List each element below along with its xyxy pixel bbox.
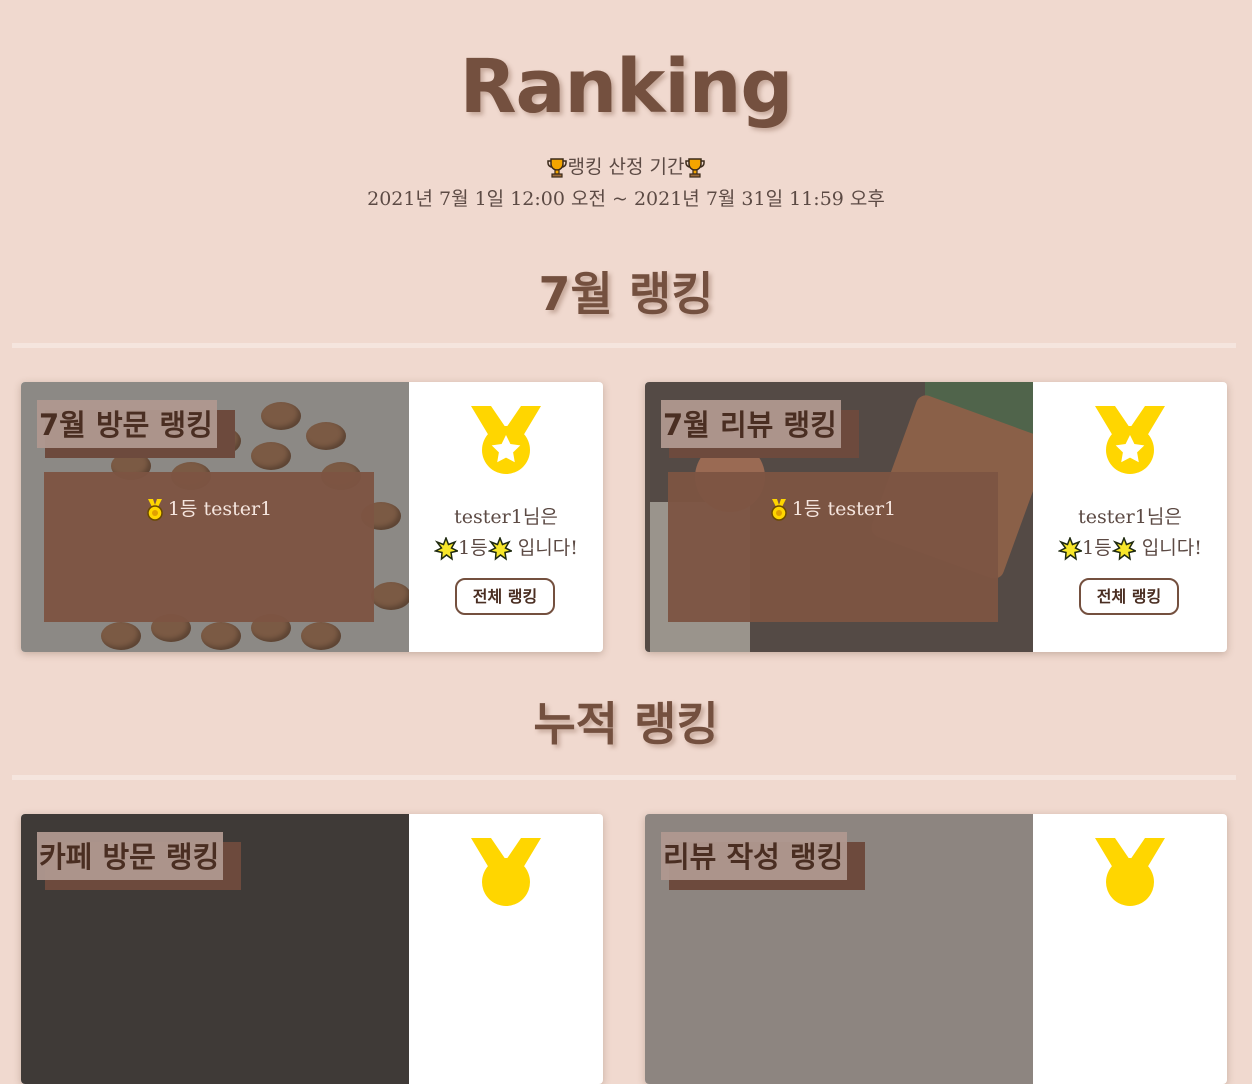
card-title-wrap: 7월 리뷰 랭킹 [661, 400, 859, 458]
rank-entry-text: 1등 tester1 [167, 498, 273, 520]
section-divider [12, 775, 1236, 780]
medal-icon [771, 499, 787, 521]
monthly-visit-ranking-card: 7월 방문 랭킹 1등 tester1 tester1님은 1등 입니다! 전체… [21, 382, 603, 652]
cumulative-ranking-heading: 누적 랭킹 [533, 697, 719, 751]
rank-list-box: 1등 tester1 [44, 472, 374, 622]
monthly-ranking-heading: 7월 랭킹 [538, 267, 714, 321]
sparkle-icon [1057, 535, 1084, 561]
user-rank-suffix: 입니다! [511, 537, 578, 559]
card-title: 7월 방문 랭킹 [37, 400, 217, 448]
cafe-table-image: 7월 리뷰 랭킹 1등 tester1 [645, 382, 1033, 652]
cafe-image: 카페 방문 랭킹 [21, 814, 409, 1084]
card-summary: tester1님은 1등 입니다! 전체 랭킹 [1033, 382, 1227, 652]
medal-icon [147, 499, 163, 521]
card-title: 리뷰 작성 랭킹 [661, 832, 848, 880]
medal-icon [1095, 838, 1165, 906]
card-summary: tester1님은 1등 입니다! 전체 랭킹 [409, 382, 603, 652]
card-title: 7월 리뷰 랭킹 [661, 400, 841, 448]
rank-list-box: 1등 tester1 [668, 472, 998, 622]
medal-icon [471, 406, 541, 474]
user-message-line1: tester1님은 [454, 506, 558, 528]
medal-icon [1095, 406, 1165, 474]
card-summary [409, 814, 603, 1084]
cafe-image: 리뷰 작성 랭킹 [645, 814, 1033, 1084]
page-title: Ranking [459, 44, 794, 130]
user-message-line1: tester1님은 [1078, 506, 1182, 528]
all-ranking-button[interactable]: 전체 랭킹 [455, 578, 555, 615]
card-title-wrap: 리뷰 작성 랭킹 [661, 832, 866, 890]
sparkle-icon [433, 535, 460, 561]
user-rank-text: 1등 [1082, 537, 1112, 559]
review-write-ranking-card: 리뷰 작성 랭킹 [645, 814, 1227, 1084]
sparkle-icon [487, 535, 514, 561]
card-title-wrap: 7월 방문 랭킹 [37, 400, 235, 458]
ranking-period-label: 랭킹 산정 기간 [0, 152, 1252, 179]
monthly-review-ranking-card: 7월 리뷰 랭킹 1등 tester1 tester1님은 1등 입니다! 전체… [645, 382, 1227, 652]
card-title-wrap: 카페 방문 랭킹 [37, 832, 242, 890]
user-message-line2: 1등 입니다! [1033, 533, 1227, 561]
ranking-period-range: 2021년 7월 1일 12:00 오전 ~ 2021년 7월 31일 11:5… [367, 188, 885, 210]
cafe-visit-ranking-card: 카페 방문 랭킹 [21, 814, 603, 1084]
sparkle-icon [1111, 535, 1138, 561]
trophy-icon [685, 158, 706, 178]
period-label-text: 랭킹 산정 기간 [567, 156, 685, 178]
card-summary [1033, 814, 1227, 1084]
section-divider [12, 343, 1236, 348]
rank-entry: 1등 tester1 [44, 494, 374, 521]
medal-icon [471, 838, 541, 906]
rank-entry-text: 1등 tester1 [791, 498, 897, 520]
rank-entry: 1등 tester1 [668, 494, 998, 521]
user-message-line2: 1등 입니다! [409, 533, 603, 561]
trophy-icon [546, 158, 567, 178]
coffee-beans-image: 7월 방문 랭킹 1등 tester1 [21, 382, 409, 652]
all-ranking-button[interactable]: 전체 랭킹 [1079, 578, 1179, 615]
user-rank-suffix: 입니다! [1135, 537, 1202, 559]
user-rank-text: 1등 [458, 537, 488, 559]
card-title: 카페 방문 랭킹 [37, 832, 224, 880]
